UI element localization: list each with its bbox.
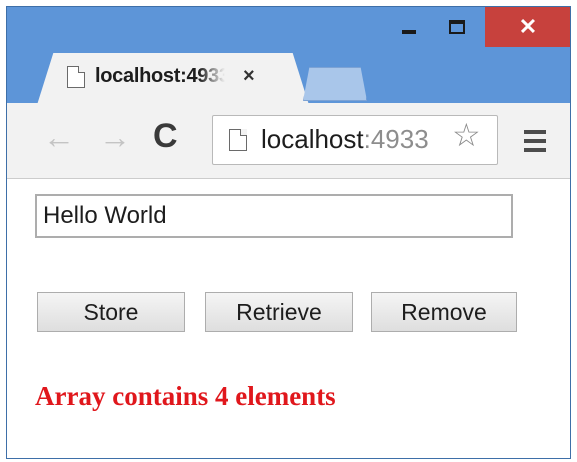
menu-icon[interactable] [524,130,546,157]
file-icon [67,65,85,88]
address-url: localhost:4933 [261,124,429,155]
browser-window: ✕ localhost:4933 × ← → C localhost:4933 … [6,6,571,459]
minimize-button[interactable] [387,7,431,47]
star-icon[interactable]: ☆ [452,119,481,151]
close-icon: ✕ [518,14,538,39]
tab-close-icon[interactable]: × [243,65,255,88]
browser-toolbar: ← → C localhost:4933 ☆ [7,103,570,179]
remove-button[interactable]: Remove [371,292,517,332]
store-button[interactable]: Store [37,292,185,332]
status-message: Array contains 4 elements [35,381,336,411]
tab-title: localhost:4933 [95,65,225,87]
new-tab-button[interactable] [303,67,367,101]
url-host: localhost [261,124,364,154]
url-port: :4933 [363,124,429,154]
retrieve-button[interactable]: Retrieve [205,292,353,332]
minimize-icon [402,30,416,34]
close-window-button[interactable]: ✕ [485,7,570,47]
forward-icon[interactable]: → [99,121,131,153]
maximize-button[interactable] [435,7,479,47]
tab-localhost[interactable]: localhost:4933 × [37,53,309,105]
back-icon[interactable]: ← [43,121,75,153]
page-content: Store Retrieve Remove Array contains 4 e… [7,179,570,458]
maximize-icon [449,20,465,34]
reload-icon[interactable]: C [153,119,178,153]
page-info-icon[interactable] [229,129,247,151]
text-input[interactable] [35,194,513,238]
